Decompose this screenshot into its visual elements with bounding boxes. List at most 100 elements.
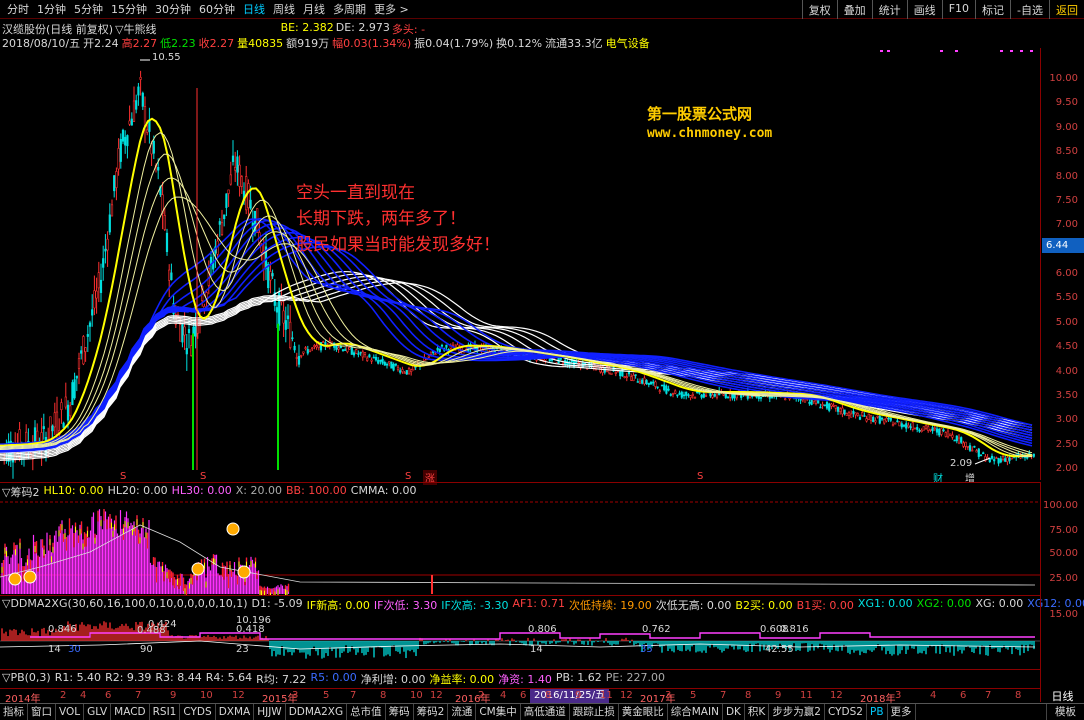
- period-tab[interactable]: 1分钟: [33, 1, 70, 17]
- day-line-button[interactable]: 日线: [1040, 688, 1084, 703]
- period-tab[interactable]: 分时: [3, 1, 33, 17]
- ddma-value-label: 14: [530, 644, 543, 655]
- candle-body: [960, 437, 963, 443]
- period-tab[interactable]: 30分钟: [151, 1, 195, 17]
- candle-body: [847, 412, 851, 416]
- indicator-tab[interactable]: 总市值: [347, 704, 386, 720]
- pb-panel-header: ▽PB(0,3) R1: 5.40 R2: 9.39 R3: 8.44 R4: 5.6…: [2, 671, 665, 686]
- candle-body: [722, 393, 725, 396]
- chip-marker: [191, 562, 205, 576]
- candle-body: [223, 214, 226, 219]
- candle-body: [359, 351, 362, 354]
- highlighted-date: 2016/11/25/五: [530, 689, 610, 703]
- indicator-tab[interactable]: CYDS: [180, 704, 216, 720]
- period-tab[interactable]: 15分钟: [107, 1, 151, 17]
- indicator-name[interactable]: ▽牛熊线: [115, 21, 156, 36]
- candle-body: [410, 369, 413, 373]
- indicator-tab[interactable]: PB: [867, 704, 888, 720]
- toolbar-button[interactable]: F10: [941, 0, 975, 19]
- toolbar-button[interactable]: 叠加: [836, 0, 872, 19]
- toolbar-button[interactable]: -自选: [1010, 0, 1049, 19]
- indicator-tab[interactable]: 筹码2: [414, 704, 449, 720]
- candle-body: [377, 360, 380, 364]
- candle-body: [676, 394, 679, 397]
- date-axis-tick: 7: [985, 690, 992, 701]
- candle-body: [429, 351, 433, 355]
- indicator-tab[interactable]: VOL: [56, 704, 85, 720]
- candle-body: [614, 371, 617, 374]
- indicator-tab[interactable]: 积K: [745, 704, 770, 720]
- chip-panel-name[interactable]: ▽筹码2: [2, 484, 39, 499]
- indicator-tab[interactable]: DXMA: [216, 704, 255, 720]
- toolbar-button[interactable]: 复权: [801, 0, 837, 19]
- indicator-tab[interactable]: 窗口: [28, 704, 56, 720]
- indicator-tab[interactable]: MACD: [111, 704, 150, 720]
- ddma-value-label: 35: [640, 644, 653, 655]
- candle-body: [623, 376, 626, 378]
- indicator-tab[interactable]: GLV: [84, 704, 112, 720]
- candle-body: [135, 100, 138, 110]
- template-button[interactable]: 模板: [1046, 704, 1084, 720]
- low-pointer: [974, 457, 991, 465]
- indicator-tab[interactable]: 指标: [0, 704, 28, 720]
- candle-body: [966, 446, 969, 448]
- period-tab[interactable]: 月线: [299, 1, 329, 17]
- indicator-tab[interactable]: CYDS2: [825, 704, 867, 720]
- candle-body: [819, 406, 822, 409]
- pb-panel-name[interactable]: ▽PB(0,3): [2, 671, 51, 684]
- price-axis-tick: 7.00: [1055, 219, 1078, 231]
- indicator-tab[interactable]: RSI1: [150, 704, 181, 720]
- indicator-tab[interactable]: 流通: [448, 704, 477, 720]
- period-tab[interactable]: 周线: [269, 1, 299, 17]
- chip-hl20: HL20: 0.00: [107, 484, 168, 497]
- period-tab[interactable]: 日线: [239, 1, 269, 17]
- period-tab[interactable]: 5分钟: [70, 1, 107, 17]
- panel-separator: [0, 595, 1040, 596]
- period-tab[interactable]: 更多 >: [370, 1, 413, 17]
- indicator-tab[interactable]: HJJW: [254, 704, 286, 720]
- indicator-tab[interactable]: CM集中: [476, 704, 521, 720]
- candle-body: [363, 352, 367, 355]
- chip-bb: BB: 100.00: [285, 484, 347, 497]
- blue-ma-line: [0, 223, 1033, 450]
- ddma-value-label: 23: [236, 644, 249, 655]
- toolbar-button[interactable]: 返回: [1049, 0, 1084, 19]
- indicator-tab[interactable]: 黄金眼比: [619, 704, 668, 720]
- period-tab[interactable]: 多周期: [329, 1, 370, 17]
- candle-body: [808, 402, 811, 404]
- toolbar-button[interactable]: 标记: [975, 0, 1010, 19]
- indicator-tab[interactable]: 综合MAIN: [668, 704, 723, 720]
- pb-item: R均: 7.22: [256, 673, 307, 686]
- candle-body: [304, 347, 307, 349]
- candle-body: [361, 351, 364, 358]
- ddma-item: XG1: 0.00: [857, 597, 913, 610]
- candle-body: [130, 118, 133, 126]
- ddma-panel-name[interactable]: ▽DDMA2XG(30,60,16,100,0,10,0,0,0,0,10,1): [2, 597, 248, 610]
- indicator-tab[interactable]: 筹码: [386, 704, 414, 720]
- indicator-tab[interactable]: DK: [723, 704, 745, 720]
- period-tab[interactable]: 60分钟: [195, 1, 239, 17]
- date-axis-tick: 12: [232, 690, 245, 701]
- candle-body: [685, 391, 688, 396]
- candle-body: [854, 412, 857, 416]
- toolbar-button[interactable]: 画线: [906, 0, 942, 19]
- indicator-tab[interactable]: DDMA2XG: [286, 704, 348, 720]
- indicator-tab[interactable]: 更多: [888, 704, 916, 720]
- candle-body: [931, 427, 934, 432]
- chip-marker: [23, 570, 37, 584]
- candle-body: [834, 405, 837, 409]
- quote-volume: 量40835: [237, 37, 284, 50]
- main-price-chart[interactable]: [0, 48, 1040, 480]
- chip-chart[interactable]: [0, 497, 1040, 595]
- candle-body: [880, 417, 884, 420]
- indicator-tab[interactable]: 步步为赢2: [769, 704, 825, 720]
- candle-body: [126, 135, 129, 147]
- indicator-tab[interactable]: 高低通道: [521, 704, 570, 720]
- chip-hl10: HL10: 0.00: [43, 484, 104, 497]
- candle-body: [269, 271, 272, 281]
- toolbar-button[interactable]: 统计: [871, 0, 907, 19]
- candle-body: [911, 422, 914, 430]
- period-toolbar: 分时 1分钟 5分钟 15分钟 30分钟 60分钟 日线 周线 月线 多周期 更多 > 复权 叠加 统计…: [0, 0, 1084, 19]
- candle-body: [638, 381, 642, 384]
- indicator-tab[interactable]: 跟踪止损: [570, 704, 619, 720]
